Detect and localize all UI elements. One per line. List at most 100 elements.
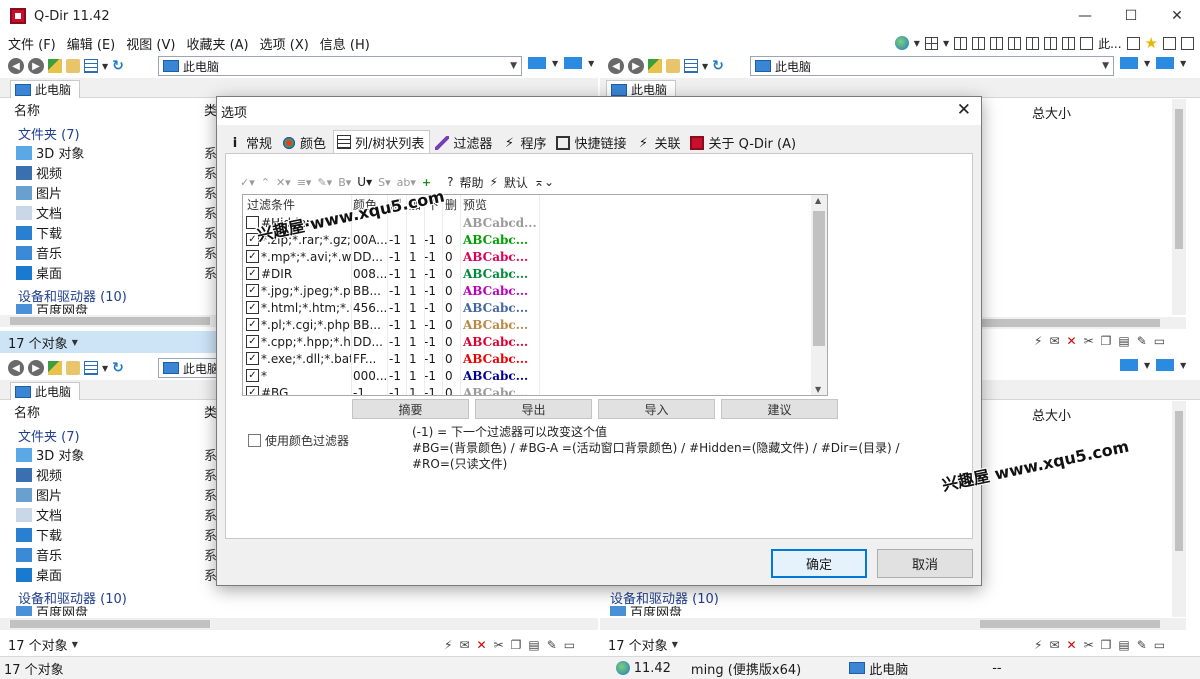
refresh-icon[interactable]: ↻: [112, 58, 124, 74]
more-label[interactable]: 此...: [1098, 35, 1121, 52]
default-button[interactable]: 默认: [504, 174, 528, 191]
pane-drive-icon[interactable]: [1156, 57, 1175, 69]
row-checkbox[interactable]: ✓: [246, 335, 259, 348]
edit-icon[interactable]: ✎: [547, 638, 557, 652]
list-item[interactable]: 桌面系: [16, 263, 217, 282]
list-item[interactable]: 下载系: [16, 223, 217, 242]
delete-icon[interactable]: ✕: [1067, 334, 1077, 348]
tab-general[interactable]: i 常规: [225, 132, 277, 153]
chevron-down-icon[interactable]: ▼: [102, 62, 108, 71]
chevron-down-icon[interactable]: ▼: [72, 338, 78, 347]
table-row[interactable]: ✓*.mp*;*.avi;*.wma;DD...-11-10ABCabc...: [243, 248, 813, 265]
list-item[interactable]: 百度网盘: [16, 606, 88, 616]
favorites-icon[interactable]: [66, 361, 80, 375]
tab-colors[interactable]: 颜色: [279, 132, 331, 153]
refresh-icon[interactable]: ↻: [112, 360, 124, 376]
copy-icon[interactable]: ❐: [511, 638, 522, 652]
move-up-icon[interactable]: ⌃: [261, 176, 270, 189]
back-icon[interactable]: ◀: [608, 58, 624, 74]
star-icon[interactable]: ★: [1145, 34, 1158, 52]
chevron-down-icon[interactable]: ▼: [1102, 61, 1109, 71]
dialog-close-button[interactable]: ✕: [957, 100, 971, 120]
chevron-down-icon[interactable]: ▼: [943, 39, 949, 48]
table-row[interactable]: ✓ #BG -1 -1 1 -1 0 ABCabc...: [243, 384, 813, 395]
vertical-scrollbar[interactable]: [1172, 401, 1186, 617]
close-button[interactable]: ✕: [1154, 0, 1200, 32]
cut-icon[interactable]: ✂: [1084, 638, 1094, 652]
edit-icon[interactable]: ✎: [1137, 638, 1147, 652]
list-item[interactable]: 文档系: [16, 505, 217, 524]
chevron-down-icon[interactable]: ▼: [102, 364, 108, 373]
tab-columns[interactable]: 列/树状列表: [333, 130, 431, 153]
up-folder-icon[interactable]: [48, 59, 62, 73]
row-checkbox[interactable]: ✓: [246, 284, 259, 297]
group-folders[interactable]: 文件夹 (7): [18, 124, 80, 143]
address-bar[interactable]: 此电脑 ▼: [750, 56, 1114, 76]
table-row[interactable]: ✓ * 000... -1 1 -1 0 ABCabc...: [243, 367, 813, 384]
paste-icon[interactable]: ▤: [528, 638, 539, 652]
delete-icon[interactable]: ✕: [477, 638, 487, 652]
up-folder-icon[interactable]: [48, 361, 62, 375]
tab-shortcuts[interactable]: 快捷链接: [553, 132, 631, 153]
list-item[interactable]: 3D 对象系: [16, 143, 217, 162]
row-checkbox[interactable]: ✓: [246, 318, 259, 331]
vertical-scrollbar[interactable]: [1172, 99, 1186, 315]
lightning-icon[interactable]: ⚡: [444, 638, 452, 652]
col-name[interactable]: 名称: [14, 100, 40, 119]
group-folders[interactable]: 文件夹 (7): [18, 426, 80, 445]
list-item[interactable]: 音乐系: [16, 243, 217, 262]
chevron-down-icon[interactable]: ▼: [702, 62, 708, 71]
list-item[interactable]: 音乐系: [16, 545, 217, 564]
menu-file[interactable]: 文件 (F): [8, 34, 56, 53]
tab-filters[interactable]: 过滤器: [432, 132, 497, 153]
chevron-up-icon[interactable]: ▲: [815, 196, 821, 205]
chevron-down-icon[interactable]: ▼: [72, 640, 78, 649]
chevron-down-icon[interactable]: ▼: [672, 640, 678, 649]
chevron-down-icon[interactable]: ▼: [1180, 361, 1186, 370]
copy-icon[interactable]: ❐: [1101, 334, 1112, 348]
col-filter[interactable]: 过滤条件: [247, 196, 295, 213]
table-row[interactable]: ✓*.jpg;*.jpeg;*.pn...BB...-11-10ABCabc..…: [243, 282, 813, 299]
delete-icon[interactable]: ✕: [1067, 638, 1077, 652]
layout-rows-icon[interactable]: [1008, 36, 1022, 50]
back-icon[interactable]: ◀: [8, 58, 24, 74]
lightning-icon[interactable]: ⚡: [1034, 334, 1042, 348]
monitor-icon[interactable]: ▭: [564, 638, 575, 652]
list-item[interactable]: 图片系: [16, 485, 217, 504]
favorites-icon[interactable]: [66, 59, 80, 73]
list-item[interactable]: 百度网盘: [16, 304, 88, 314]
chevron-down-icon[interactable]: ▼: [815, 385, 821, 394]
row-checkbox[interactable]: ✓: [246, 352, 259, 365]
favorites-icon[interactable]: [666, 59, 680, 73]
layout-vertical-icon[interactable]: [1026, 36, 1040, 50]
list-item[interactable]: 桌面系: [16, 565, 217, 584]
text-layout-icon[interactable]: [1080, 36, 1094, 50]
bold-icon[interactable]: B▾: [338, 176, 351, 189]
pane-drive-icon[interactable]: [564, 57, 583, 69]
export-button[interactable]: 导出: [475, 399, 592, 419]
close-icon[interactable]: ✕▾: [276, 176, 291, 189]
underline-icon[interactable]: U▾: [357, 175, 372, 189]
ok-button[interactable]: 确定: [771, 549, 867, 578]
horizontal-scrollbar[interactable]: [0, 618, 598, 630]
chevron-down-icon[interactable]: ▼: [552, 59, 558, 68]
list-item[interactable]: 图片系: [16, 183, 217, 202]
table-row[interactable]: ✓*.html;*.htm;*.url456...-11-10ABCabc...: [243, 299, 813, 316]
menu-view[interactable]: 视图 (V): [126, 34, 175, 53]
list-item[interactable]: 视频系: [16, 465, 217, 484]
row-checkbox[interactable]: ✓: [246, 386, 259, 395]
chevron-down-icon[interactable]: ▼: [914, 39, 920, 48]
list-item[interactable]: 3D 对象系: [16, 445, 217, 464]
maximize-button[interactable]: ☐: [1108, 0, 1154, 32]
pane-view-icon[interactable]: [1120, 359, 1138, 371]
menu-options[interactable]: 选项 (X): [260, 34, 309, 53]
col-total-size[interactable]: 总大小: [1032, 103, 1071, 122]
horizontal-scrollbar[interactable]: [600, 618, 1186, 630]
menu-info[interactable]: 信息 (H): [320, 34, 370, 53]
use-color-filter[interactable]: 使用颜色过滤器: [248, 432, 349, 449]
paste-icon[interactable]: ▤: [1118, 334, 1129, 348]
up-folder-icon[interactable]: [648, 59, 662, 73]
text-icon[interactable]: ab▾: [397, 176, 416, 189]
help-icon[interactable]: ?: [447, 175, 453, 189]
tab-associations[interactable]: ⚡ 关联: [633, 132, 685, 153]
